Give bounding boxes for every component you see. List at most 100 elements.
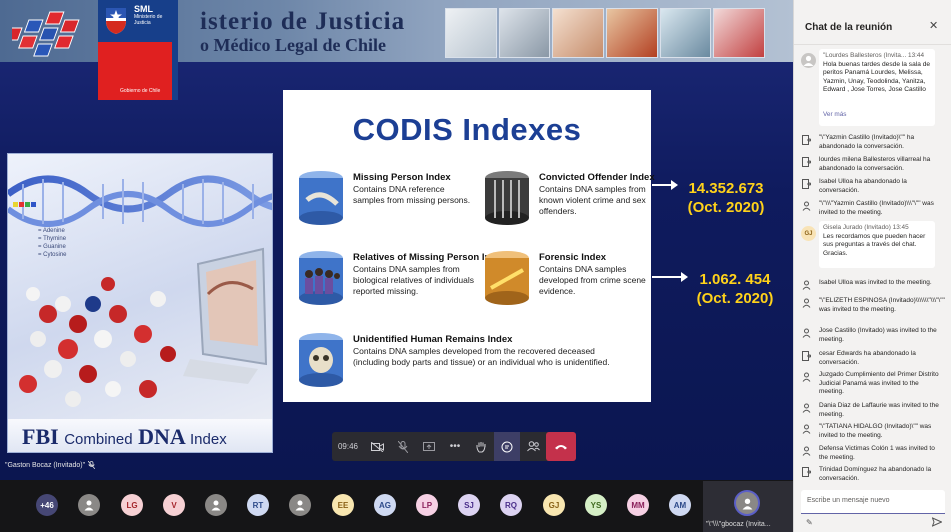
count-value: 1.062. 454 [699, 271, 771, 288]
people-icon [526, 441, 540, 452]
sender-avatar: GJ [801, 226, 816, 241]
close-chat-button[interactable]: ✕ [929, 19, 938, 32]
leave-door-icon [802, 135, 811, 145]
chat-divider [794, 44, 951, 45]
message-sender: Gisela Jurado (Invitado) [823, 224, 891, 231]
lab-photo [713, 8, 766, 58]
database-cylinder-icon [299, 171, 343, 225]
event-text: "\"\\\"Yazmin Castillo (Invitado)\\\"\""… [819, 200, 934, 216]
shared-screen: isterio de Justicia o Médico Legal de Ch… [0, 0, 793, 480]
participant-avatar[interactable]: EE [332, 494, 354, 516]
participants-button[interactable] [520, 432, 546, 461]
event-text: Juzgado Cumplimiento del Primer Distrito… [819, 371, 939, 395]
arrow-right-icon [652, 180, 678, 190]
participant-avatar[interactable]: RQ [500, 494, 522, 516]
participant-avatar[interactable]: GJ [543, 494, 565, 516]
participant-avatar[interactable]: AG [374, 494, 396, 516]
lab-photo [659, 8, 712, 58]
base-legend: = Adenine = Thymine = Guanine = Cytosine [38, 227, 67, 259]
self-avatar [734, 490, 760, 516]
close-icon: ✕ [929, 20, 939, 32]
event-text: Dania Diaz de Laffaurie was invited to t… [819, 402, 939, 418]
banner-photo-strip [445, 8, 766, 58]
codis-slide: CODIS Indexes Missing Person Index Conta… [283, 90, 655, 402]
count-date: (Oct. 2020) [687, 199, 765, 216]
person-icon [803, 55, 814, 66]
participant-avatar[interactable]: SJ [458, 494, 480, 516]
count-value: 14.352.673 [688, 180, 764, 197]
gobierno-label: Gobierno de Chile [120, 88, 161, 94]
person-icon [84, 500, 94, 511]
index-description: Contains DNA samples developed from crim… [539, 264, 646, 296]
participant-avatar[interactable]: LG [121, 494, 143, 516]
invite-icon [802, 201, 811, 211]
index-title: Missing Person Index [353, 172, 451, 183]
raise-hand-button[interactable] [468, 432, 494, 461]
event-text: Trinidad Domínguez ha abandonado la conv… [819, 466, 932, 482]
participant-avatar[interactable]: LP [416, 494, 438, 516]
chat-message-input[interactable]: Escribe un mensaje nuevo [801, 490, 945, 514]
camera-off-button[interactable] [364, 432, 390, 461]
more-actions-button[interactable]: ••• [442, 432, 468, 461]
participant-avatar[interactable]: V [163, 494, 185, 516]
teams-meeting-window: isterio de Justicia o Médico Legal de Ch… [0, 0, 951, 532]
more-dots-icon: ••• [449, 441, 461, 452]
index-title: Unidentified Human Remains Index [353, 334, 513, 345]
participant-avatar[interactable]: YS [585, 494, 607, 516]
share-icon [423, 441, 435, 451]
mic-off-icon [88, 461, 96, 469]
event-text: Defensa Victimas Colón 1 was invited to … [819, 445, 935, 461]
event-text: Isabel Ulloa was invited to the meeting. [819, 279, 932, 286]
banner-subtitle: o Médico Legal de Chile [200, 35, 386, 55]
event-text: cesar Edwards ha abandonado la conversac… [819, 350, 916, 366]
chile-shield-icon [106, 8, 126, 34]
format-text-button[interactable]: ✎ [806, 518, 813, 527]
mic-off-icon [398, 440, 408, 453]
participant-avatar[interactable] [205, 494, 227, 516]
leave-door-icon [802, 467, 811, 477]
message-time: 13:45 [892, 224, 909, 231]
database-cylinder-icon [485, 251, 529, 305]
index-title: Forensic Index [539, 252, 607, 263]
share-screen-button[interactable] [416, 432, 442, 461]
invite-icon [802, 372, 811, 382]
lab-photo [498, 8, 551, 58]
invite-icon [802, 328, 811, 338]
database-cylinder-icon [299, 333, 343, 387]
database-cylinder-icon [299, 251, 343, 305]
combined-word: Combined [64, 431, 133, 448]
forensic-count: 1.062. 454 (Oct. 2020) [690, 270, 780, 308]
participant-avatar[interactable]: AM [669, 494, 691, 516]
participant-avatar[interactable] [78, 494, 100, 516]
arrow-right-icon [652, 272, 688, 282]
sml-government-logo: SML Ministerio de Justicia Gobierno de C… [98, 0, 178, 100]
index-description: Contains DNA reference samples from miss… [353, 184, 471, 205]
more-participants-button[interactable]: +46 [36, 494, 58, 516]
send-button[interactable] [932, 517, 942, 527]
dna-word: DNA [138, 424, 185, 449]
leave-door-icon [802, 157, 811, 167]
chat-toggle-button[interactable] [494, 432, 520, 461]
legend-entry: = Adenine [38, 228, 65, 234]
sml-subtitle: Ministerio de Justicia [134, 14, 163, 26]
index-title: Convicted Offender Index [539, 172, 655, 183]
slide-title: CODIS Indexes [352, 112, 582, 147]
participant-avatar[interactable]: MM [627, 494, 649, 516]
speaker-name: "Gaston Bocaz (Invitado)" [5, 461, 86, 469]
person-icon [295, 500, 305, 511]
person-icon [211, 500, 221, 511]
lab-photo [552, 8, 605, 58]
participant-avatar[interactable]: RT [247, 494, 269, 516]
lab-photo [606, 8, 658, 58]
mic-off-button[interactable] [390, 432, 416, 461]
banner-title: isterio de Justicia [200, 8, 406, 35]
message-text: Les recordamos que pueden hacer sus preg… [823, 232, 926, 257]
camera-off-icon [370, 441, 384, 452]
count-date: (Oct. 2020) [696, 290, 774, 307]
see-more-link[interactable]: Ver más [823, 111, 931, 120]
event-text: "\"TATIANA HIDALGO (Invitado)\"" was inv… [819, 423, 932, 439]
leave-button[interactable] [546, 432, 576, 461]
index-description: Contains DNA samples from known violent … [539, 184, 646, 216]
participant-avatar[interactable] [289, 494, 311, 516]
hang-up-icon [555, 445, 567, 450]
